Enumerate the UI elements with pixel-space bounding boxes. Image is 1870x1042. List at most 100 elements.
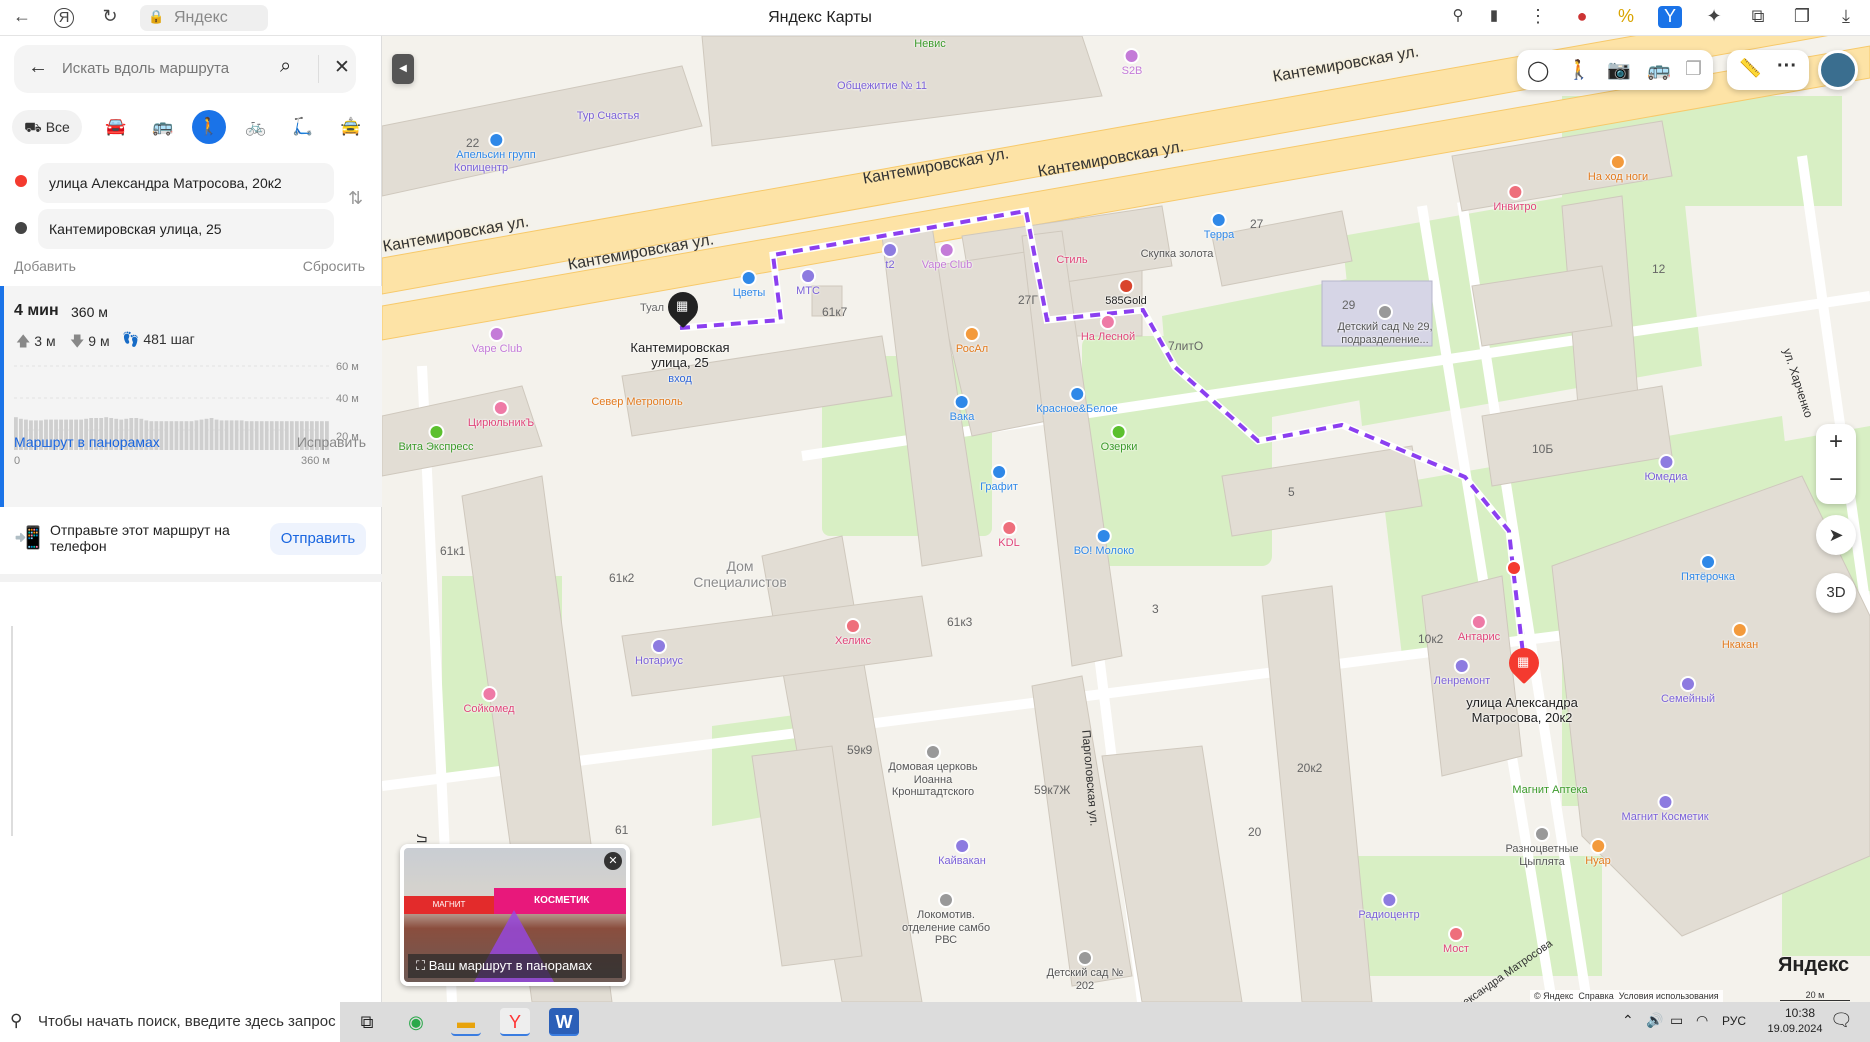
to-field[interactable]: Кантемировская улица, 25 <box>38 209 334 249</box>
poi[interactable]: Копицентр <box>454 162 508 175</box>
poi[interactable]: Хеликс <box>835 618 871 648</box>
poi[interactable]: Нуар <box>1585 838 1611 868</box>
poi[interactable]: Общежитие № 11 <box>837 80 927 93</box>
menu-dots-icon[interactable]: ⋮ <box>1526 6 1550 27</box>
help-link[interactable]: Справка <box>1578 991 1613 1001</box>
poi[interactable]: Юмедиа <box>1644 454 1688 484</box>
poi[interactable]: Семейный <box>1661 676 1715 706</box>
3d-button[interactable]: 3D <box>1816 573 1856 613</box>
poi[interactable]: Мост <box>1443 926 1469 956</box>
scooter-icon[interactable]: 🛴 <box>286 110 320 144</box>
poi[interactable]: S2B <box>1122 48 1142 78</box>
poi[interactable]: На ход ноги <box>1588 154 1648 184</box>
panorama-preview[interactable]: КОСМЕТИК МАГНИТ ⛶ Ваш маршрут в панорама… <box>400 844 630 986</box>
from-field[interactable]: улица Александра Матросова, 20к2 <box>38 163 334 203</box>
battery-icon[interactable]: ▭ <box>1670 1012 1683 1029</box>
poi[interactable]: ВО! Молоко <box>1074 528 1134 558</box>
poi[interactable]: ЦирюльникЪ <box>468 400 534 430</box>
close-panorama-button[interactable]: ✕ <box>604 852 622 870</box>
close-icon[interactable]: ✕ <box>334 56 350 79</box>
layers-icon[interactable]: ◯ <box>1527 58 1549 83</box>
route-search-input[interactable]: ← Искать вдоль маршрута ⌕ ✕ <box>14 45 356 93</box>
bookmark-icon[interactable]: ▮ <box>1482 6 1506 24</box>
more-icon[interactable]: ··· <box>1777 55 1797 78</box>
poi[interactable]: Север Метрополь <box>591 396 682 409</box>
poi[interactable]: МТС <box>796 268 820 298</box>
poi[interactable]: Вита Экспресс <box>398 424 474 454</box>
zoom-out-button[interactable]: − <box>1816 466 1856 494</box>
poi[interactable]: Кайвакан <box>938 838 986 868</box>
poi[interactable]: Нотариус <box>635 638 683 668</box>
terms-link[interactable]: Условия использования <box>1619 991 1719 1001</box>
poi[interactable]: Магнит Аптека <box>1512 784 1587 797</box>
back-arrow-icon[interactable]: ← <box>28 56 48 79</box>
poi[interactable]: Vape Club <box>922 242 972 272</box>
collections-icon[interactable]: ❐ <box>1790 6 1814 27</box>
taskbar-search[interactable]: ⚲ Чтобы начать поиск, введите здесь запро… <box>0 1002 340 1042</box>
poi[interactable]: РосАл <box>956 326 988 356</box>
send-button[interactable]: Отправить <box>270 523 366 555</box>
language-indicator[interactable]: РУС <box>1722 1014 1746 1028</box>
poi[interactable]: Красное&Белое <box>1036 386 1118 416</box>
poi[interactable]: Нкакан <box>1722 622 1758 652</box>
tray-chevron-icon[interactable]: ⌃ <box>1622 1012 1634 1029</box>
poi[interactable]: Тур Счастья <box>577 110 640 123</box>
swap-icon[interactable]: ⇅ <box>348 188 363 209</box>
poi[interactable]: Локомотив. отделение самбо РВС <box>896 892 996 947</box>
poi[interactable]: Скупка золота <box>1141 248 1214 261</box>
mode-all[interactable]: ⛟ Все <box>12 110 82 144</box>
extension-icon[interactable]: Y <box>1658 6 1682 28</box>
route-card[interactable]: 4 мин 360 м 🡅 3 м 🡇 9 м 👣 481 шаг 60 м 40… <box>0 286 382 507</box>
poi[interactable]: Антарис <box>1458 614 1500 644</box>
poi[interactable]: Детский сад № 202 <box>1045 950 1125 992</box>
reset-link[interactable]: Сбросить <box>303 258 365 274</box>
geolocation-button[interactable]: ➤ <box>1816 515 1856 555</box>
ruler-icon[interactable]: 📏 <box>1739 58 1761 79</box>
collapse-panel-button[interactable]: ◀ <box>392 54 414 84</box>
poi[interactable]: На Лесной <box>1081 314 1135 344</box>
wifi-icon[interactable]: ◠ <box>1696 1012 1708 1029</box>
car-icon[interactable]: 🚘 <box>99 110 133 144</box>
poi[interactable]: Vape Club <box>472 326 522 356</box>
bicycle-icon[interactable]: 🚲 <box>239 110 273 144</box>
add-point-link[interactable]: Добавить <box>14 258 76 274</box>
poi[interactable]: Сойкомед <box>463 686 515 716</box>
poi-label[interactable]: Туал <box>640 302 664 315</box>
map-type-icon[interactable]: ❐ <box>1685 58 1702 81</box>
taxi-icon[interactable]: 🚖 <box>334 110 368 144</box>
poi[interactable]: Вака <box>950 394 974 424</box>
search-icon[interactable]: ⌕ <box>280 55 291 78</box>
poi[interactable]: Озерки <box>1101 424 1137 454</box>
chrome-icon[interactable]: ◉ <box>401 1008 431 1036</box>
poi[interactable]: Магнит Косметик <box>1621 794 1709 824</box>
transit-icon[interactable]: 🚌 <box>1647 58 1671 82</box>
camera-icon[interactable]: 📷 <box>1607 58 1631 82</box>
panorama-icon[interactable]: 🚶 <box>1567 58 1591 82</box>
poi[interactable]: Домовая церковь Иоанна Кронштадтского <box>883 744 983 799</box>
poi[interactable]: t2 <box>882 242 898 272</box>
poi[interactable]: Графит <box>980 464 1018 494</box>
extension-icon[interactable]: ● <box>1570 6 1594 27</box>
poi[interactable]: Ленремонт <box>1434 658 1490 688</box>
download-icon[interactable]: ⤓ <box>1834 6 1858 27</box>
zoom-in-button[interactable]: + <box>1816 428 1856 456</box>
discount-extension-icon[interactable]: % <box>1614 6 1638 27</box>
poi[interactable]: KDL <box>998 520 1020 550</box>
poi-label[interactable]: Невис <box>914 38 946 51</box>
route-panorama-link[interactable]: Маршрут в панорамах <box>14 434 160 450</box>
pedestrian-icon[interactable]: 🚶 <box>192 110 226 144</box>
user-avatar[interactable] <box>1818 50 1858 90</box>
poi[interactable]: Разноцветные Цыплята <box>1497 826 1587 868</box>
bus-icon[interactable]: 🚌 <box>146 110 180 144</box>
location-pin-icon[interactable]: ⚲ <box>1446 6 1470 24</box>
volume-icon[interactable]: 🔊 <box>1646 1012 1663 1029</box>
clock-date[interactable]: 19.09.2024 <box>1760 1023 1830 1035</box>
poi[interactable]: Стиль <box>1056 254 1087 267</box>
poi[interactable]: Цветы <box>733 270 765 300</box>
poi[interactable]: 585Gold <box>1105 278 1147 308</box>
task-view-icon[interactable]: ⧉ <box>352 1008 382 1036</box>
poi[interactable]: Терра <box>1204 212 1234 242</box>
yandex-browser-icon[interactable]: Y <box>500 1008 530 1036</box>
poi[interactable]: Инвитро <box>1493 184 1537 214</box>
clock-time[interactable]: 10:38 <box>1770 1006 1830 1020</box>
